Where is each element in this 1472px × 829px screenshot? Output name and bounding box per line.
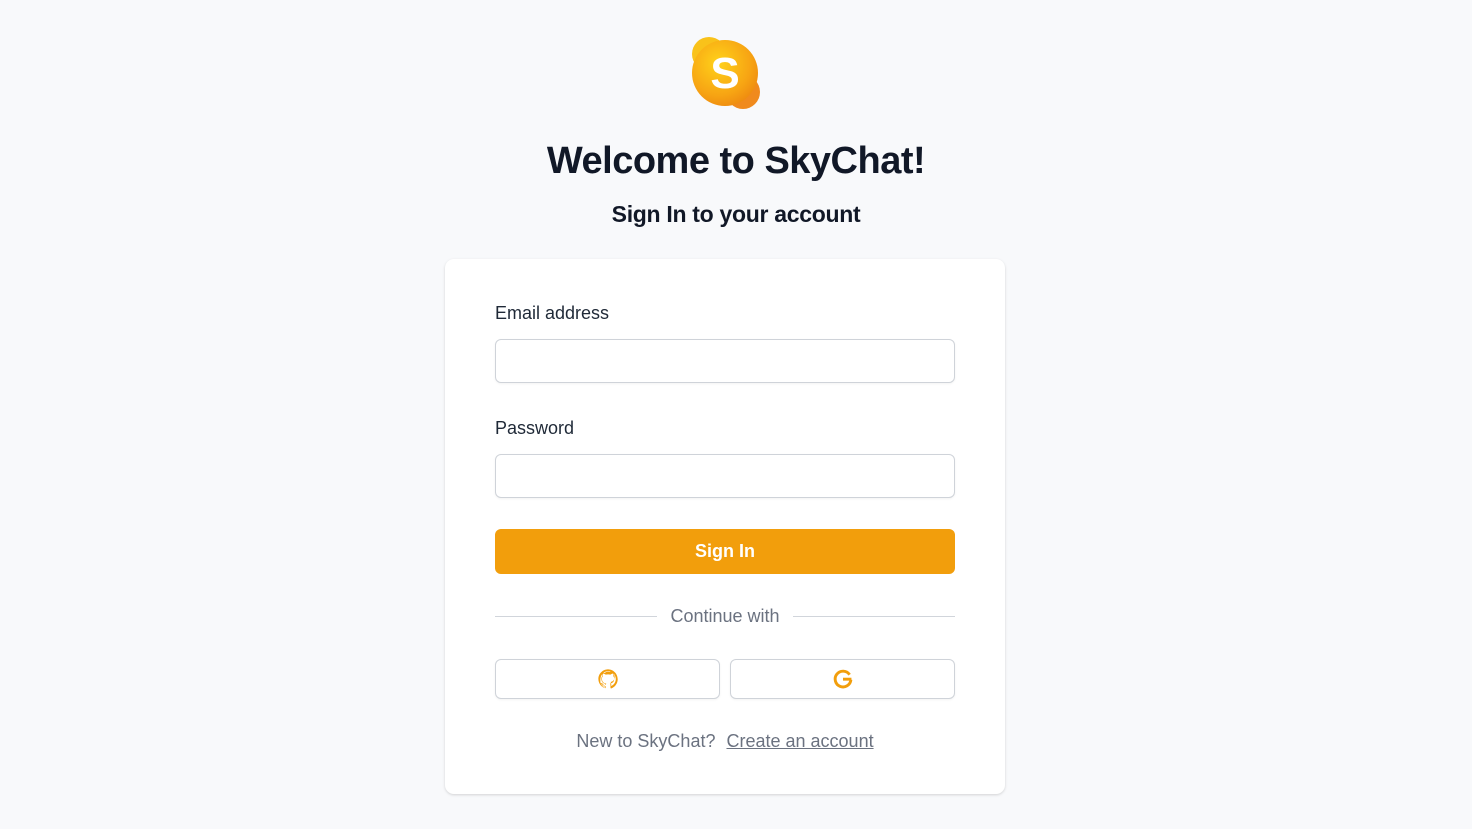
password-label: Password <box>495 418 575 438</box>
sign-up-prompt-text: New to SkyChat? <box>576 731 716 751</box>
google-icon <box>833 669 852 689</box>
skychat-logo-icon: S <box>692 37 760 109</box>
sign-up-prompt: New to SkyChat? Create an account <box>445 731 1005 752</box>
email-label: Email address <box>495 303 610 323</box>
sign-in-page: S Welcome to SkyChat! Sign In to your ac… <box>0 0 1472 829</box>
create-account-link[interactable]: Create an account <box>726 731 873 751</box>
divider-line-right <box>793 616 955 617</box>
sign-in-button[interactable]: Sign In <box>495 529 955 574</box>
sign-in-card: Email address Password Sign In Continue … <box>445 259 1005 794</box>
github-sign-in-button[interactable] <box>495 659 720 699</box>
page-title: Welcome to SkyChat! <box>546 140 926 182</box>
github-icon <box>597 669 618 689</box>
svg-text:S: S <box>710 49 739 98</box>
page-subtitle: Sign In to your account <box>611 201 861 227</box>
continue-with-divider: Continue with <box>495 605 955 629</box>
email-field[interactable] <box>495 339 955 383</box>
google-sign-in-button[interactable] <box>730 659 955 699</box>
password-field[interactable] <box>495 454 955 498</box>
